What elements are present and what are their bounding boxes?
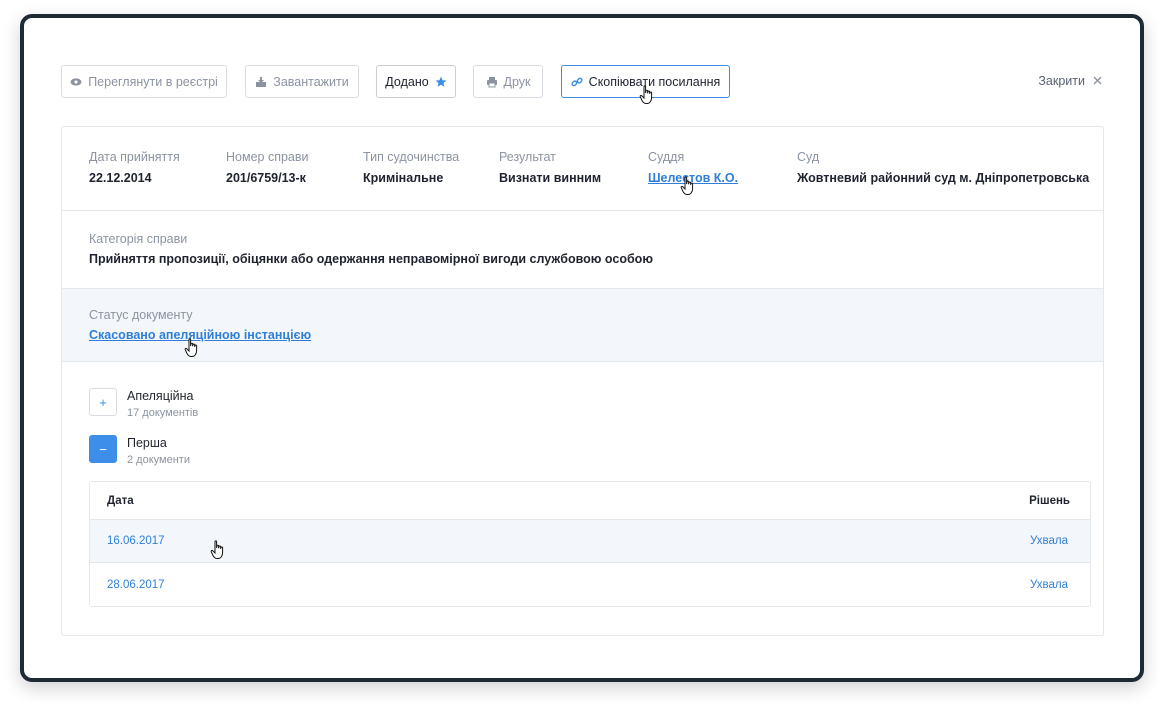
column-header-decision: Рішень bbox=[1029, 494, 1070, 507]
table-header: Дата Рішень bbox=[90, 482, 1090, 520]
copy-link-button[interactable]: Скопіювати посилання bbox=[561, 65, 730, 98]
meta-label: Суддя bbox=[648, 150, 685, 164]
judge-link[interactable]: Шелестов К.О. bbox=[648, 171, 738, 185]
star-icon bbox=[435, 76, 447, 88]
toolbar: Переглянути в реєстрі Завантажити Додано… bbox=[61, 62, 1120, 98]
close-label: Закрити bbox=[1038, 74, 1085, 88]
meta-value: 201/6759/13-к bbox=[226, 171, 306, 185]
added-favorite-button[interactable]: Додано bbox=[376, 65, 456, 98]
row-date-link[interactable]: 28.06.2017 bbox=[107, 579, 165, 591]
case-category: Категорія справи Прийняття пропозиції, о… bbox=[62, 211, 1103, 289]
row-decision-link[interactable]: Ухвала bbox=[1030, 579, 1068, 591]
download-button[interactable]: Завантажити bbox=[245, 65, 359, 98]
view-in-registry-label: Переглянути в реєстрі bbox=[88, 74, 218, 89]
app-window: Переглянути в реєстрі Завантажити Додано… bbox=[20, 14, 1144, 682]
instance-name: Апеляційна bbox=[127, 389, 194, 403]
document-status: Статус документу Скасовано апеляційною і… bbox=[62, 289, 1103, 362]
meta-label: Тип судочинства bbox=[363, 150, 460, 164]
meta-value: 22.12.2014 bbox=[89, 171, 152, 185]
copy-link-label: Скопіювати посилання bbox=[588, 74, 721, 89]
document-meta: Дата прийняття 22.12.2014 Номер справи 2… bbox=[62, 127, 1103, 211]
row-decision-link[interactable]: Ухвала bbox=[1030, 535, 1068, 547]
column-header-date: Дата bbox=[107, 494, 134, 507]
instance-name: Перша bbox=[127, 436, 167, 450]
table-row[interactable]: 28.06.2017 Ухвала bbox=[90, 563, 1090, 606]
view-in-registry-button[interactable]: Переглянути в реєстрі bbox=[61, 65, 227, 98]
printer-icon bbox=[486, 76, 498, 88]
status-label: Статус документу bbox=[89, 308, 193, 322]
eye-icon bbox=[70, 76, 82, 88]
print-button[interactable]: Друк bbox=[473, 65, 543, 98]
meta-value: Кримінальне bbox=[363, 171, 444, 185]
meta-label: Суд bbox=[797, 150, 820, 164]
status-link[interactable]: Скасовано апеляційною інстанцією bbox=[89, 328, 311, 342]
documents-table: Дата Рішень 16.06.2017 Ухвала 28.06.2017… bbox=[89, 481, 1091, 607]
meta-result: Результат Визнати винним bbox=[499, 150, 601, 185]
close-icon bbox=[1093, 74, 1102, 88]
row-date-link[interactable]: 16.06.2017 bbox=[107, 535, 165, 547]
instance-appellate: + Апеляційна 17 документів bbox=[89, 388, 198, 419]
instance-count: 2 документи bbox=[127, 454, 190, 466]
category-value: Прийняття пропозиції, обіцянки або одерж… bbox=[89, 252, 653, 266]
category-label: Категорія справи bbox=[89, 232, 188, 246]
document-card: Дата прийняття 22.12.2014 Номер справи 2… bbox=[61, 126, 1104, 636]
meta-case-number: Номер справи 201/6759/13-к bbox=[226, 150, 309, 185]
meta-judge: Суддя Шелестов К.О. bbox=[648, 150, 738, 185]
download-icon bbox=[255, 76, 267, 88]
meta-proceeding-type: Тип судочинства Кримінальне bbox=[363, 150, 459, 185]
meta-label: Дата прийняття bbox=[89, 150, 180, 164]
link-icon bbox=[571, 76, 583, 88]
added-label: Додано bbox=[385, 74, 429, 89]
instance-count: 17 документів bbox=[127, 407, 199, 419]
print-label: Друк bbox=[503, 74, 531, 89]
collapse-toggle-button[interactable]: − bbox=[89, 435, 117, 463]
table-row[interactable]: 16.06.2017 Ухвала bbox=[90, 520, 1090, 563]
meta-value: Визнати винним bbox=[499, 171, 602, 185]
expand-toggle-button[interactable]: + bbox=[89, 388, 117, 416]
meta-court: Суд Жовтневий районний суд м. Дніпропетр… bbox=[797, 150, 1089, 185]
meta-value: Жовтневий районний суд м. Дніпропетровсь… bbox=[797, 171, 1090, 185]
download-label: Завантажити bbox=[273, 74, 349, 89]
meta-date: Дата прийняття 22.12.2014 bbox=[89, 150, 180, 185]
meta-label: Результат bbox=[499, 150, 556, 164]
meta-label: Номер справи bbox=[226, 150, 309, 164]
close-button[interactable]: Закрити bbox=[1038, 74, 1102, 88]
instance-first: − Перша 2 документи bbox=[89, 435, 190, 466]
